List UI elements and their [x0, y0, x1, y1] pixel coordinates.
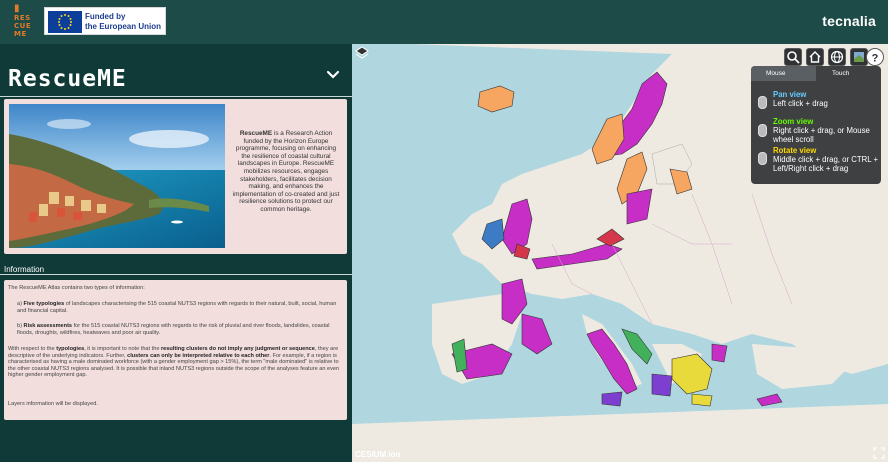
coastal-village-photo [9, 104, 225, 248]
scene-mode-icon [854, 52, 864, 62]
typologies-bold: Five typologies [23, 301, 65, 307]
layers-note: Layers information will be displayed. [8, 401, 98, 407]
tab-touch[interactable]: Touch [816, 66, 881, 81]
note-b3: clusters can only be interpreted relativ… [127, 352, 270, 359]
risk-bold: Risk assessments [23, 323, 73, 329]
layers-icon[interactable] [354, 45, 370, 61]
note-c: , it is important to note that the [84, 346, 161, 352]
typologies-note-paragraph: With respect to the typologies, it is im… [8, 346, 342, 379]
information-heading: Information [4, 265, 45, 274]
right-click-mouse-icon [758, 124, 767, 137]
eu-text-line-1: Funded by [85, 12, 126, 21]
globe-icon [830, 50, 844, 64]
touch-tab-label: Touch [832, 70, 850, 77]
panel-title: RescueME [8, 66, 127, 92]
search-button[interactable] [784, 48, 802, 66]
info-intro-paragraph: The RescueME Atlas contains two types of… [8, 285, 145, 291]
navigation-help-panel: Mouse Touch Pan view Left click + drag Z… [751, 66, 881, 184]
pan-view-help: Pan view Left click + drag [773, 90, 878, 108]
intro-brand: RescueME [239, 130, 273, 137]
intro-body: is a Research Action funded by the Horiz… [232, 130, 340, 213]
eu-flag-icon [48, 11, 82, 33]
information-divider [0, 274, 352, 275]
info-panel: RescueME RescueME is a Research Action f… [0, 44, 352, 462]
app-header: ▮ RES CUE ME Funded by the European Unio… [0, 0, 888, 44]
eu-funding-badge: Funded by the European Union [44, 7, 166, 35]
globe-button[interactable] [828, 48, 846, 66]
rescueme-logo[interactable]: ▮ RES CUE ME [14, 3, 38, 39]
home-button[interactable] [806, 48, 824, 66]
risk-paragraph: b) Risk assessments for the 515 coastal … [17, 323, 342, 336]
svg-text:?: ? [872, 53, 879, 65]
intro-card: RescueME is a Research Action funded by … [4, 99, 347, 254]
rotate-view-help: Rotate view Middle click + drag, or CTRL… [773, 146, 878, 173]
home-icon [809, 51, 821, 63]
intro-text: RescueME is a Research Action funded by … [232, 130, 340, 214]
logo-line-2: CUE [14, 22, 32, 30]
rotate-view-heading: Rotate view [773, 146, 817, 155]
note-b2: resulting clusters do not imply any judg… [161, 346, 315, 352]
collapse-chevron-icon[interactable] [324, 66, 342, 84]
typologies-paragraph: a) Five typologies of landscapes charact… [17, 301, 342, 314]
tecnalia-logo[interactable]: tecnalia [822, 13, 876, 29]
zoom-view-help: Zoom view Right click + drag, or Mouse w… [773, 117, 878, 144]
eu-funding-text: Funded by the European Union [85, 12, 161, 32]
note-b1: typologies [56, 346, 85, 352]
pan-view-text: Left click + drag [773, 99, 828, 108]
cesium-attribution[interactable]: CESIUM ion [355, 450, 400, 459]
rotate-view-text: Middle click + drag, or CTRL + Left/Righ… [773, 155, 879, 173]
mouse-tab-label: Mouse [766, 70, 786, 77]
left-click-mouse-icon [758, 96, 767, 109]
logo-line-3: ME [14, 30, 27, 38]
fullscreen-icon[interactable] [873, 447, 885, 459]
pan-view-heading: Pan view [773, 90, 807, 99]
help-icon: ? [872, 53, 879, 65]
typologies-text: of landscapes characterising the 515 coa… [17, 301, 337, 314]
note-a: With respect to the [8, 346, 57, 352]
logo-line-1: RES [14, 14, 31, 22]
logo-mark: ▮ [14, 3, 21, 14]
information-card: The RescueME Atlas contains two types of… [4, 280, 347, 420]
zoom-view-text: Right click + drag, or Mouse wheel scrol… [773, 126, 870, 144]
zoom-view-heading: Zoom view [773, 117, 814, 126]
eu-text-line-2: the European Union [85, 22, 161, 31]
map-viewer[interactable]: ? Mouse Touch Pan view Left click + drag… [352, 44, 888, 462]
title-divider [0, 96, 352, 97]
search-icon [787, 51, 800, 64]
help-button[interactable]: ? [866, 48, 884, 66]
tab-mouse[interactable]: Mouse [751, 66, 816, 81]
middle-click-mouse-icon [758, 152, 767, 165]
